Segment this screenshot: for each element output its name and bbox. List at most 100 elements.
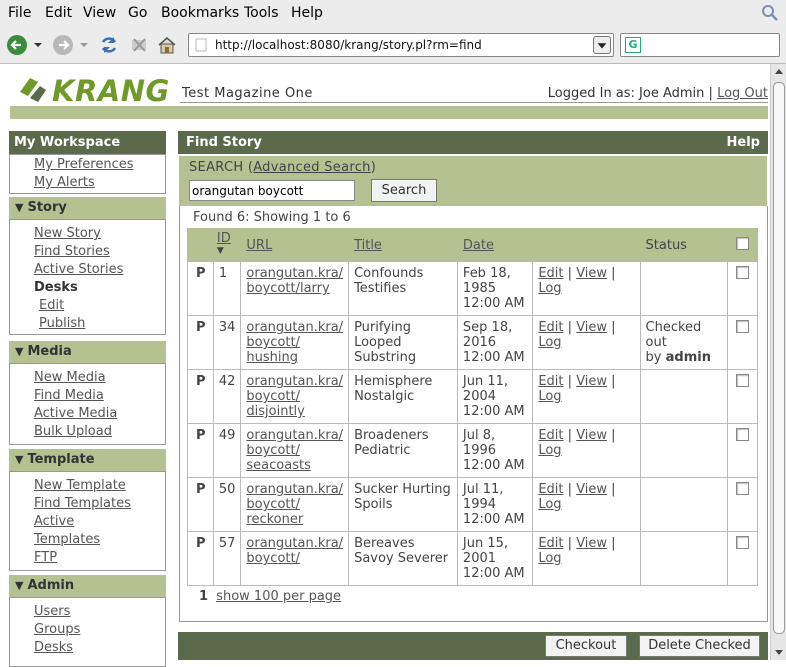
find-stories-link[interactable]: Find Stories — [34, 244, 110, 259]
select-all-checkbox[interactable] — [736, 236, 750, 250]
id-col-header[interactable]: ID ▼ — [212, 228, 242, 262]
new-story-link[interactable]: New Story — [34, 226, 101, 241]
stop-icon[interactable] — [128, 34, 150, 56]
sort-by-url-link[interactable]: URL — [246, 238, 272, 253]
menu-bookmarks[interactable]: Bookmarks — [161, 5, 239, 21]
active-media-link[interactable]: Active Media — [34, 406, 117, 421]
row-checkbox[interactable] — [736, 428, 750, 441]
forward-dropdown-icon[interactable] — [78, 34, 90, 56]
help-link[interactable]: Help — [727, 135, 760, 150]
log-link[interactable]: Log — [538, 389, 561, 404]
row-checkbox[interactable] — [736, 536, 750, 549]
story-url-link[interactable]: orangutan.kra/boycott/larry — [246, 266, 343, 296]
title-col-header[interactable]: Title — [348, 228, 458, 262]
search-button[interactable]: Search — [371, 179, 437, 202]
sort-by-date-link[interactable]: Date — [463, 238, 494, 253]
menu-edit[interactable]: Edit — [45, 5, 72, 21]
page-scrollbar[interactable] — [770, 64, 786, 660]
menu-help[interactable]: Help — [291, 5, 323, 21]
forward-icon[interactable] — [52, 34, 74, 56]
row-checkbox[interactable] — [736, 482, 750, 495]
find-media-link[interactable]: Find Media — [34, 388, 104, 403]
menu-go[interactable]: Go — [128, 5, 147, 21]
media-section-header[interactable]: ▼ Media — [9, 341, 166, 363]
story-url-link[interactable]: orangutan.kra/boycott/seacoasts — [246, 428, 343, 473]
log-link[interactable]: Log — [538, 281, 561, 296]
checkout-button[interactable]: Checkout — [545, 635, 627, 657]
edit-link[interactable]: Edit — [538, 536, 563, 551]
users-link[interactable]: Users — [34, 604, 70, 619]
edit-link[interactable]: Edit — [538, 374, 563, 389]
bulk-upload-link[interactable]: Bulk Upload — [34, 424, 112, 439]
story-title-cell: Broadeners Pediatric — [348, 423, 458, 478]
url-col-header[interactable]: URL — [240, 228, 350, 262]
view-link[interactable]: View — [576, 536, 607, 551]
view-link[interactable]: View — [576, 482, 607, 497]
story-url-link[interactable]: orangutan.kra/boycott/disjointly — [246, 374, 343, 419]
collapse-triangle-icon: ▼ — [15, 579, 24, 592]
actions-col-header — [532, 228, 641, 262]
back-icon[interactable] — [6, 34, 28, 56]
story-section-header[interactable]: ▼ Story — [9, 197, 166, 219]
new-media-link[interactable]: New Media — [34, 370, 106, 385]
active-stories-link[interactable]: Active Stories — [34, 262, 123, 277]
logout-link[interactable]: Log Out — [717, 86, 768, 101]
show-100-link[interactable]: show 100 per page — [216, 589, 341, 604]
log-link[interactable]: Log — [538, 497, 561, 512]
scroll-down-icon[interactable] — [771, 644, 786, 660]
url-bar[interactable]: http://localhost:8080/krang/story.pl?rm=… — [188, 33, 614, 57]
reload-icon[interactable] — [98, 34, 120, 56]
scroll-thumb[interactable] — [773, 82, 785, 634]
view-link[interactable]: View — [576, 374, 607, 389]
log-link[interactable]: Log — [538, 551, 561, 566]
desk-publish-link[interactable]: Publish — [39, 316, 85, 331]
story-flag: P — [187, 261, 214, 316]
back-dropdown-icon[interactable] — [32, 34, 44, 56]
browser-search-field[interactable]: G — [620, 33, 780, 57]
menu-view[interactable]: View — [83, 5, 116, 21]
url-dropdown-icon[interactable] — [593, 36, 611, 54]
search-input[interactable] — [189, 180, 355, 201]
log-link[interactable]: Log — [538, 443, 561, 458]
date-col-header[interactable]: Date — [456, 228, 534, 262]
row-checkbox[interactable] — [736, 266, 750, 279]
collapse-triangle-icon: ▼ — [15, 453, 24, 466]
scroll-up-icon[interactable] — [771, 64, 786, 80]
story-url-link[interactable]: orangutan.kra/boycott/reckoner — [246, 482, 343, 527]
sort-by-id-link[interactable]: ID — [217, 231, 231, 246]
edit-link[interactable]: Edit — [538, 266, 563, 281]
admin-section-header[interactable]: ▼ Admin — [9, 575, 166, 597]
story-url-link[interactable]: orangutan.kra/boycott/hushing — [246, 320, 343, 365]
edit-link[interactable]: Edit — [538, 482, 563, 497]
sort-by-title-link[interactable]: Title — [354, 238, 382, 253]
groups-link[interactable]: Groups — [34, 622, 80, 637]
my-preferences-link[interactable]: My Preferences — [34, 157, 134, 172]
ftp-link[interactable]: FTP — [34, 550, 57, 565]
active-link[interactable]: Active — [34, 514, 74, 529]
menu-tools[interactable]: Tools — [244, 5, 279, 21]
advanced-search-link[interactable]: Advanced Search — [253, 160, 371, 175]
url-line-1: orangutan.kra/ — [246, 374, 344, 389]
url-line-2: boycott/ — [246, 497, 300, 512]
select-cell — [727, 423, 758, 478]
delete-checked-button[interactable]: Delete Checked — [639, 635, 760, 657]
menu-file[interactable]: File — [8, 5, 31, 21]
row-checkbox[interactable] — [736, 374, 750, 387]
edit-link[interactable]: Edit — [538, 428, 563, 443]
story-url-link[interactable]: orangutan.kra/boycott/ — [246, 536, 343, 566]
row-checkbox[interactable] — [736, 320, 750, 333]
find-templates-link[interactable]: Find Templates — [34, 496, 131, 511]
home-icon[interactable] — [156, 34, 178, 56]
view-link[interactable]: View — [576, 428, 607, 443]
new-template-link[interactable]: New Template — [34, 478, 126, 493]
log-link[interactable]: Log — [538, 335, 561, 350]
view-link[interactable]: View — [576, 266, 607, 281]
edit-link[interactable]: Edit — [538, 320, 563, 335]
desk-edit-link[interactable]: Edit — [39, 298, 64, 313]
desks-link[interactable]: Desks — [34, 640, 73, 655]
my-alerts-link[interactable]: My Alerts — [34, 175, 95, 190]
template-section-header[interactable]: ▼ Template — [9, 449, 166, 471]
view-link[interactable]: View — [576, 320, 607, 335]
results-table: ID ▼ URL Title Date Status P 1 orangutan.… — [187, 228, 758, 586]
templates-link[interactable]: Templates — [34, 532, 100, 547]
